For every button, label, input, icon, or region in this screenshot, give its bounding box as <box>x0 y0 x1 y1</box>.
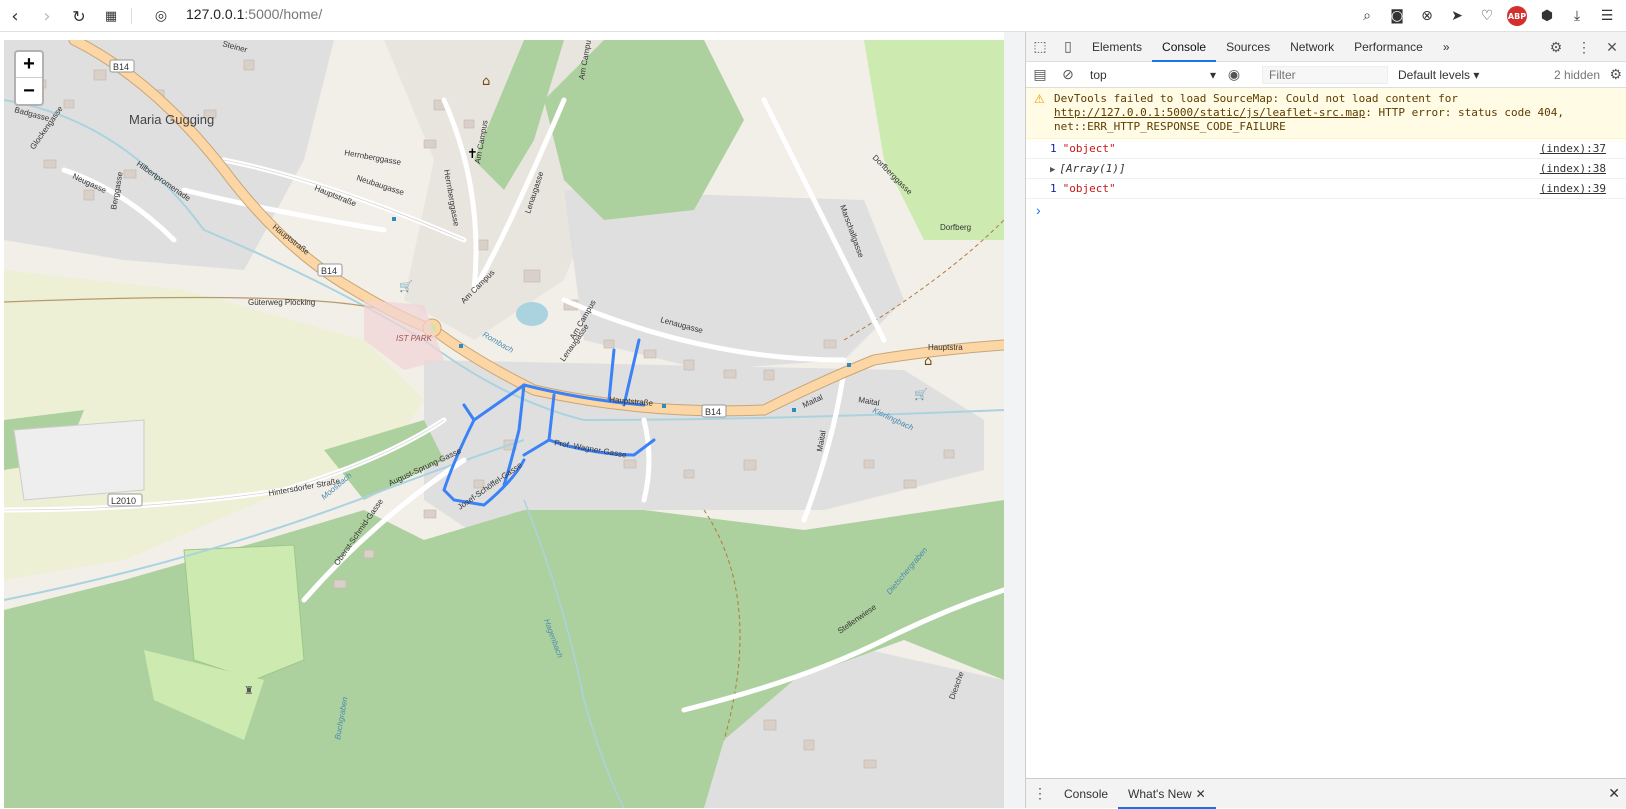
warning-icon: ⚠ <box>1034 92 1045 106</box>
console-log-row: ▶ [Array(1)] (index):38 <box>1026 159 1626 179</box>
kebab-menu-icon[interactable]: ⋮ <box>1570 32 1598 62</box>
svg-text:🛒: 🛒 <box>399 280 413 293</box>
log-value: "object" <box>1062 142 1116 155</box>
map-label-ist-park: IST PARK <box>396 334 433 343</box>
eye-icon[interactable]: ◉ <box>1220 62 1248 88</box>
log-value[interactable]: [Array(1)] <box>1059 162 1125 175</box>
console-toolbar: ▤ ⊘ top ▾ ◉ Default levels ▾ 2 hidden ⚙ <box>1026 62 1626 88</box>
tab-console[interactable]: Console <box>1152 32 1217 62</box>
console-prompt[interactable]: › <box>1026 199 1626 221</box>
zoom-out-button[interactable]: − <box>16 78 42 104</box>
url-path: :5000/home/ <box>244 6 323 22</box>
inspect-icon[interactable]: ⬚ <box>1026 32 1054 62</box>
adblock-icon[interactable]: ABP <box>1504 3 1530 29</box>
settings-gear-icon[interactable]: ⚙ <box>1542 32 1570 62</box>
warning-link[interactable]: http://127.0.0.1:5000/static/js/leaflet-… <box>1054 106 1365 119</box>
heart-icon[interactable]: ♡ <box>1474 3 1500 29</box>
map-label-hauptstrasse-3: Hauptstra <box>928 343 963 352</box>
log-levels-select[interactable]: Default levels ▾ <box>1398 68 1479 82</box>
drawer-menu-icon[interactable]: ⋮ <box>1026 779 1054 809</box>
svg-text:⌂: ⌂ <box>482 74 490 89</box>
context-value: top <box>1090 67 1107 82</box>
drawer-tab-whats-new[interactable]: What's New ✕ <box>1118 779 1216 809</box>
download-icon[interactable]: ⤓ <box>1564 3 1590 29</box>
log-source-link[interactable]: (index):37 <box>1540 139 1606 159</box>
hidden-count: 2 hidden <box>1553 68 1600 82</box>
zoom-in-button[interactable]: + <box>16 52 42 78</box>
reload-button[interactable]: ↻ <box>66 3 92 29</box>
console-warning: ⚠ DevTools failed to load SourceMap: Cou… <box>1026 88 1626 139</box>
address-bar[interactable]: 127.0.0.1:5000/home/ <box>186 6 322 22</box>
zoom-control: + − <box>14 50 44 106</box>
svg-text:⌂: ⌂ <box>924 354 932 369</box>
devtools-drawer: ⋮ Console What's New ✕ ✕ <box>1026 778 1626 809</box>
clear-console-icon[interactable]: ⊘ <box>1054 62 1082 88</box>
drawer-tab-label: What's New <box>1128 786 1192 801</box>
back-button[interactable]: ‹ <box>2 3 28 29</box>
send-icon[interactable]: ➤ <box>1444 3 1470 29</box>
console-log-row: 1 "object" (index):37 <box>1026 139 1626 159</box>
search-icon[interactable]: ⌕ <box>1354 3 1380 29</box>
close-icon[interactable]: ✕ <box>1598 32 1626 62</box>
devtools-panel: ⬚ ▯ Elements Console Sources Network Per… <box>1026 32 1626 809</box>
map-label-place: Maria Gugging <box>129 112 214 127</box>
log-value: "object" <box>1062 182 1116 195</box>
toolbar-divider <box>131 8 132 24</box>
map-label-gueterweg: Güterweg Plöcking <box>248 298 315 307</box>
warning-text-1: DevTools failed to load SourceMap: Could… <box>1054 92 1458 105</box>
cube-icon[interactable]: ⬢ <box>1534 3 1560 29</box>
filter-input[interactable] <box>1262 65 1388 84</box>
tab-elements[interactable]: Elements <box>1082 32 1152 62</box>
map-label-l2010: L2010 <box>111 496 136 506</box>
log-count: 1 <box>1050 182 1057 195</box>
more-tabs-button[interactable]: » <box>1433 32 1460 62</box>
map-label-b14-a: B14 <box>113 62 129 72</box>
devtools-splitter[interactable] <box>1004 32 1026 808</box>
svg-text:🛒: 🛒 <box>914 388 928 401</box>
devtools-tabbar: ⬚ ▯ Elements Console Sources Network Per… <box>1026 32 1626 62</box>
device-toggle-icon[interactable]: ▯ <box>1054 32 1082 62</box>
close-tab-icon[interactable]: ✕ <box>1196 787 1206 801</box>
map-label-b14-c: B14 <box>705 407 721 417</box>
map-label-dorfberg: Dorfberg <box>940 223 971 232</box>
close-drawer-icon[interactable]: ✕ <box>1608 785 1620 802</box>
context-select[interactable]: top ▾ <box>1090 68 1220 82</box>
log-source-link[interactable]: (index):38 <box>1540 159 1606 179</box>
drawer-tab-console[interactable]: Console <box>1054 779 1118 809</box>
svg-text:♜: ♜ <box>244 684 254 697</box>
globe-icon: ◎ <box>154 8 168 24</box>
map-label-b14-b: B14 <box>321 266 337 276</box>
tab-performance[interactable]: Performance <box>1344 32 1433 62</box>
tab-sources[interactable]: Sources <box>1216 32 1280 62</box>
console-settings-icon[interactable]: ⚙ <box>1609 66 1622 83</box>
log-count: 1 <box>1050 142 1057 155</box>
map-tiles: ⌂ ⌂ ✝ 🛒 🛒 ♜ Maria Gugging B14 B14 B14 L2… <box>4 40 1004 808</box>
tab-network[interactable]: Network <box>1280 32 1344 62</box>
menu-icon[interactable]: ☰ <box>1594 3 1620 29</box>
chevron-down-icon: ▾ <box>1209 67 1216 82</box>
expand-triangle-icon[interactable]: ▶ <box>1050 165 1055 175</box>
browser-toolbar: ‹ › ↻ ▦ ◎ 127.0.0.1:5000/home/ ⌕ ◙ ⊗ ➤ ♡… <box>0 0 1626 32</box>
console-log-row: 1 "object" (index):39 <box>1026 179 1626 199</box>
sidebar-toggle-icon[interactable]: ▤ <box>1026 62 1054 88</box>
camera-icon[interactable]: ◙ <box>1384 3 1410 29</box>
map-view[interactable]: ⌂ ⌂ ✝ 🛒 🛒 ♜ Maria Gugging B14 B14 B14 L2… <box>4 40 1004 808</box>
url-host: 127.0.0.1 <box>186 6 245 22</box>
block-icon[interactable]: ⊗ <box>1414 3 1440 29</box>
log-source-link[interactable]: (index):39 <box>1540 179 1606 199</box>
tab-grid-button[interactable]: ▦ <box>98 3 124 29</box>
forward-button[interactable]: › <box>34 3 60 29</box>
